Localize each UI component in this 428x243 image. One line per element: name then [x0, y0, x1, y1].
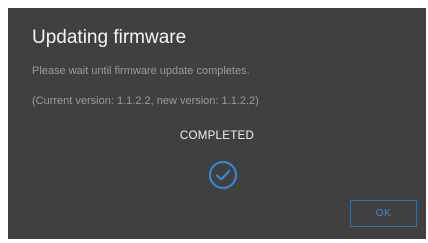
- dialog-title: Updating firmware: [32, 27, 187, 48]
- version-info: (Current version: 1.1.2.2, new version: …: [32, 95, 259, 107]
- firmware-update-dialog: Updating firmware Please wait until firm…: [8, 8, 426, 239]
- ok-button[interactable]: OK: [350, 200, 417, 227]
- dialog-message: Please wait until firmware update comple…: [32, 65, 250, 77]
- status-label: COMPLETED: [179, 130, 255, 142]
- check-circle-icon: [209, 161, 237, 189]
